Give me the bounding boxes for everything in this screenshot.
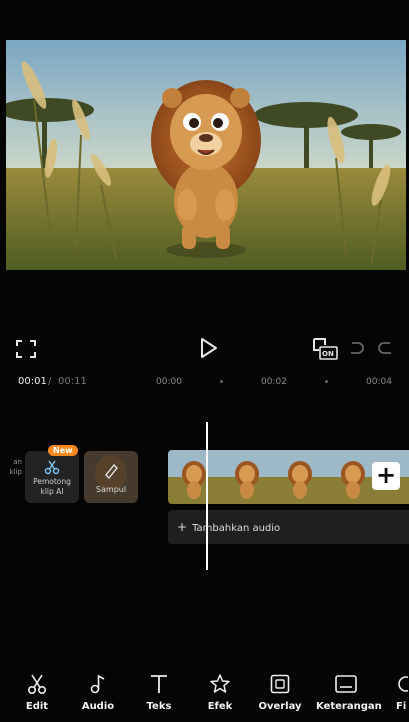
music-note-icon — [90, 674, 105, 694]
text-icon — [151, 675, 167, 693]
toolbar-caption-button[interactable]: Keterangan — [316, 672, 382, 712]
filter-icon — [398, 676, 408, 692]
cover-thumbnail — [84, 451, 138, 503]
toolbar-overlay-button[interactable]: Overlay — [250, 672, 310, 712]
toolbar-label: Audio — [81, 701, 115, 712]
partial-tool-item[interactable]: an klip — [0, 457, 22, 477]
ai-cutter-label-line: klip AI — [40, 487, 64, 496]
current-time: 00:01 — [18, 376, 47, 387]
undo-icon[interactable] — [346, 338, 366, 358]
playhead[interactable] — [206, 422, 208, 570]
clip-frame — [168, 450, 221, 504]
cover-label: Sampul — [95, 485, 127, 494]
ai-cutter-label-line: Pemotong — [33, 477, 71, 486]
tick-dot — [325, 380, 328, 383]
toolbar-effects-button[interactable]: Efek — [190, 672, 250, 712]
fullscreen-icon[interactable] — [14, 338, 38, 360]
keyframe-toggle-button[interactable]: ON — [311, 336, 339, 362]
toolbar-filter-button[interactable]: Fi — [376, 672, 409, 712]
total-duration: 00:11 — [58, 376, 87, 387]
add-clip-button[interactable]: + — [372, 462, 400, 490]
keyframe-on-label: ON — [322, 350, 334, 358]
time-separator: / — [48, 376, 52, 387]
toolbar-text-button[interactable]: Teks — [129, 672, 189, 712]
toolbar-label: Edit — [25, 701, 49, 712]
cover-button[interactable]: Sampul — [84, 451, 138, 503]
toolbar-label: Keterangan — [316, 701, 382, 712]
clip-frame — [221, 450, 274, 504]
overlay-icon — [270, 674, 290, 694]
partial-label-line: klip — [9, 468, 22, 476]
partial-label-line: an — [13, 458, 22, 466]
video-preview[interactable] — [6, 40, 406, 270]
ai-scissors-icon — [44, 460, 60, 475]
plus-icon: + — [177, 520, 188, 534]
play-icon[interactable] — [196, 336, 220, 360]
toolbar-label: Overlay — [258, 701, 302, 712]
keyframe-icon — [313, 338, 338, 360]
time-tick: 00:02 — [261, 377, 287, 387]
time-tick: 00:04 — [366, 377, 392, 387]
ai-clip-cutter-button[interactable]: Pemotong klip AI — [25, 451, 79, 503]
toolbar-edit-button[interactable]: Edit — [7, 672, 67, 712]
star-effect-icon — [210, 674, 230, 693]
toolbar-label: Fi — [396, 701, 407, 712]
time-tick: 00:00 — [156, 377, 182, 387]
caption-icon — [335, 675, 357, 693]
scissors-icon — [27, 674, 47, 695]
toolbar-label: Efek — [207, 701, 233, 712]
tick-dot — [220, 380, 223, 383]
add-audio-button[interactable]: + Tambahkan audio — [168, 510, 409, 544]
clip-frame — [274, 450, 327, 504]
new-badge: New — [48, 445, 78, 456]
toolbar-label: Teks — [146, 701, 172, 712]
toolbar-audio-button[interactable]: Audio — [68, 672, 128, 712]
redo-icon[interactable] — [376, 338, 396, 358]
